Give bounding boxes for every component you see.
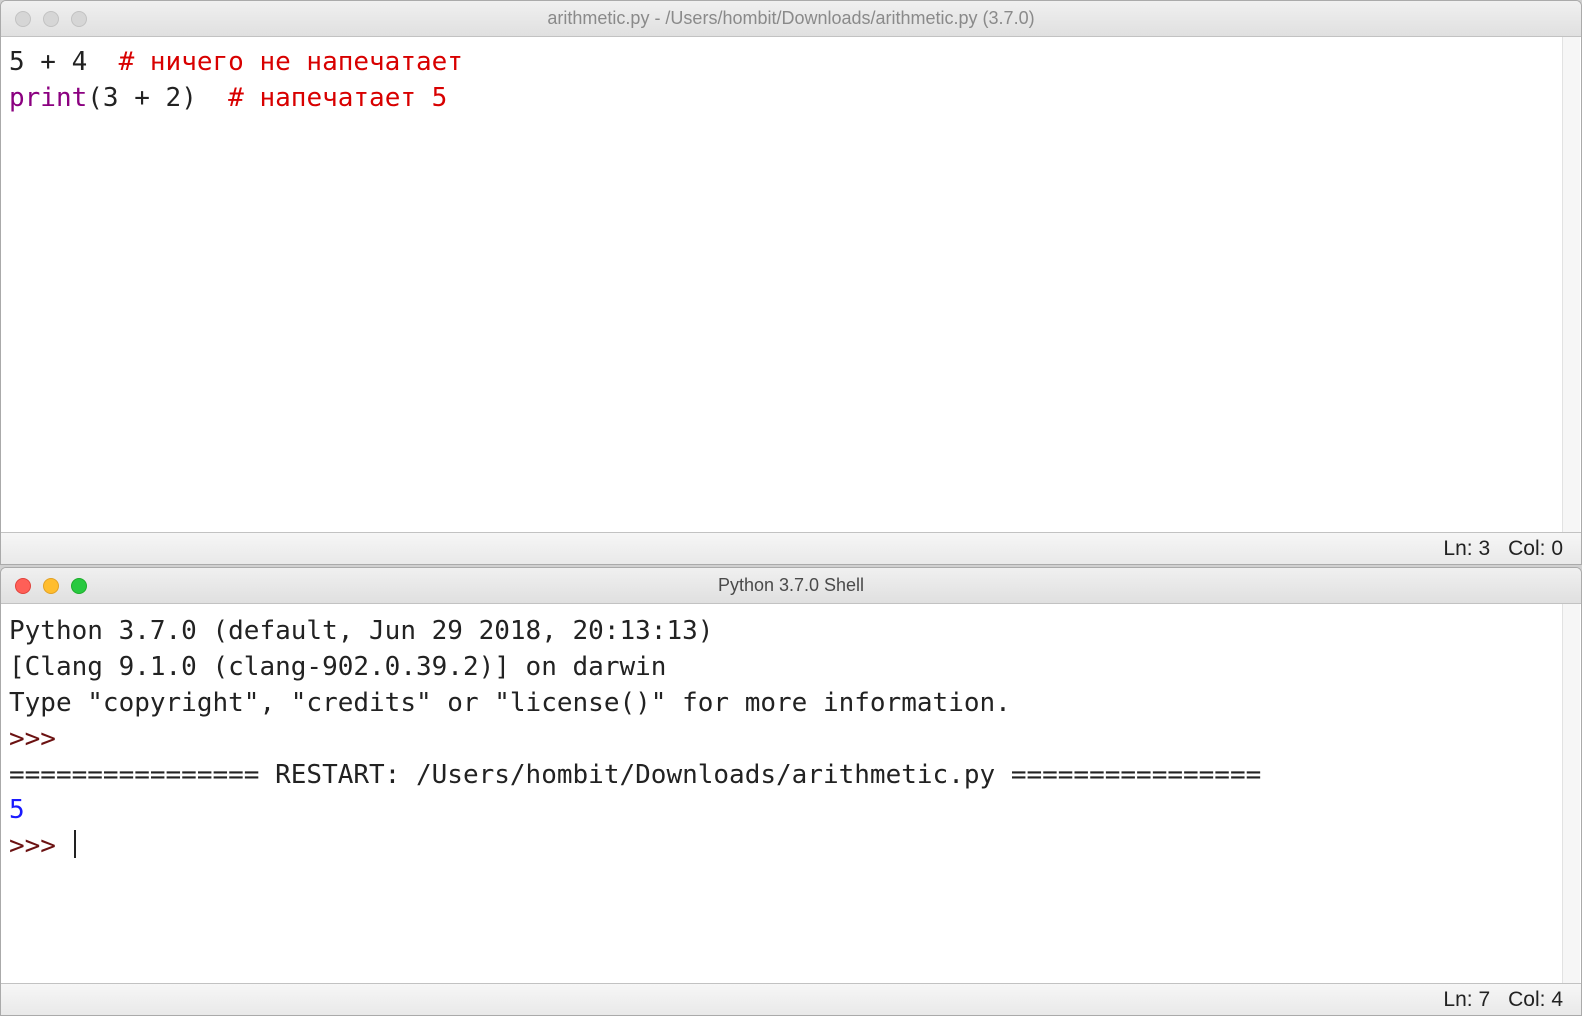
zoom-button[interactable]	[71, 11, 87, 27]
code-builtin: print	[9, 83, 87, 113]
ln-label: Ln:	[1443, 988, 1478, 1011]
shell-window: Python 3.7.0 Shell Python 3.7.0 (default…	[0, 567, 1582, 1016]
editor-title: arithmetic.py - /Users/hombit/Downloads/…	[1, 8, 1581, 29]
ln-value: 3	[1478, 537, 1490, 560]
code-text: 5 + 4	[9, 47, 119, 77]
shell-line-indicator: Ln: 7	[1443, 988, 1490, 1012]
banner-line: Type "copyright", "credits" or "license(…	[9, 688, 1011, 718]
col-label: Col:	[1508, 988, 1551, 1011]
output-line: 5	[9, 795, 25, 825]
zoom-button[interactable]	[71, 578, 87, 594]
banner-line: [Clang 9.1.0 (clang-902.0.39.2)] on darw…	[9, 652, 666, 682]
minimize-button[interactable]	[43, 11, 59, 27]
shell-title: Python 3.7.0 Shell	[1, 575, 1581, 596]
code-comment: # напечатает 5	[228, 83, 447, 113]
shell-titlebar: Python 3.7.0 Shell	[1, 568, 1581, 604]
editor-line-indicator: Ln: 3	[1443, 537, 1490, 561]
code-comment: # ничего не напечатает	[119, 47, 463, 77]
editor-col-indicator: Col: 0	[1508, 537, 1563, 561]
prompt: >>>	[9, 724, 72, 754]
editor-titlebar: arithmetic.py - /Users/hombit/Downloads/…	[1, 1, 1581, 37]
banner-line: Python 3.7.0 (default, Jun 29 2018, 20:1…	[9, 616, 729, 646]
editor-text-area[interactable]: 5 + 4 # ничего не напечатает print(3 + 2…	[1, 37, 1581, 532]
minimize-button[interactable]	[43, 578, 59, 594]
close-button[interactable]	[15, 11, 31, 27]
shell-col-indicator: Col: 4	[1508, 988, 1563, 1012]
col-label: Col:	[1508, 537, 1551, 560]
editor-window: arithmetic.py - /Users/hombit/Downloads/…	[0, 0, 1582, 565]
restart-line: ================ RESTART: /Users/hombit/…	[9, 760, 1261, 790]
text-cursor-icon	[74, 830, 76, 858]
shell-text-area[interactable]: Python 3.7.0 (default, Jun 29 2018, 20:1…	[1, 604, 1581, 983]
ln-value: 7	[1478, 988, 1490, 1011]
editor-statusbar: Ln: 3 Col: 0	[1, 532, 1581, 564]
editor-scrollbar[interactable]	[1562, 37, 1580, 532]
editor-traffic-lights	[15, 11, 87, 27]
col-value: 0	[1551, 537, 1563, 560]
close-button[interactable]	[15, 578, 31, 594]
col-value: 4	[1551, 988, 1563, 1011]
code-text: (3 + 2)	[87, 83, 228, 113]
shell-scrollbar[interactable]	[1562, 604, 1580, 983]
shell-statusbar: Ln: 7 Col: 4	[1, 983, 1581, 1015]
prompt: >>>	[9, 831, 72, 861]
shell-traffic-lights	[15, 578, 87, 594]
ln-label: Ln:	[1443, 537, 1478, 560]
